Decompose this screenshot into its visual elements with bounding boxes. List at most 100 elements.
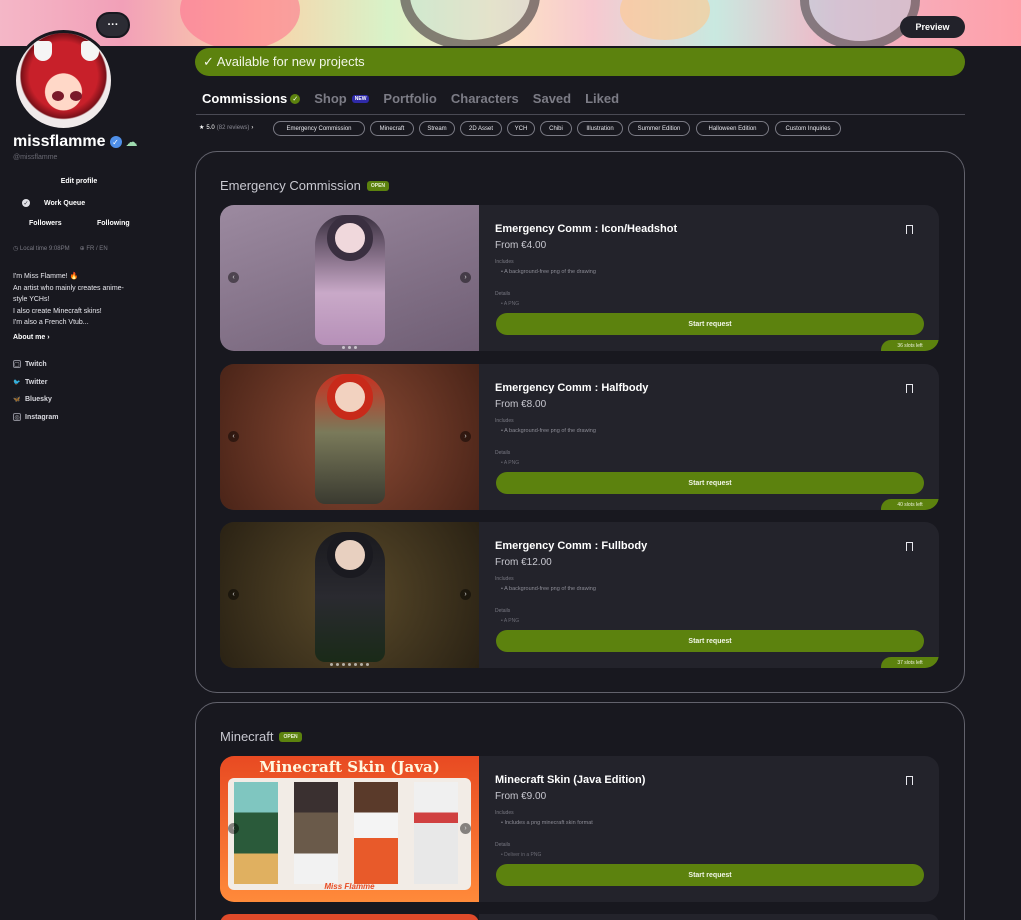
tab-shop[interactable]: Shop NEW — [314, 91, 370, 106]
username: missflamme — [13, 133, 106, 150]
chevron-right-icon[interactable]: › — [460, 823, 471, 834]
filter-chip[interactable]: Illustration — [577, 121, 623, 136]
new-badge: NEW — [351, 94, 370, 103]
card-price: From €8.00 — [495, 399, 547, 410]
preview-button[interactable]: Preview — [900, 16, 965, 38]
card-title[interactable]: Emergency Comm : Icon/Headshot — [495, 223, 677, 235]
start-request-button[interactable]: Start request — [496, 313, 924, 335]
filter-chip[interactable]: Emergency Commission — [273, 121, 365, 136]
work-queue-button[interactable]: ✓ Work Queue — [22, 195, 122, 211]
next-card-image[interactable] — [220, 914, 479, 920]
card-title[interactable]: Emergency Comm : Halfbody — [495, 382, 648, 394]
tab-saved[interactable]: Saved — [533, 91, 571, 106]
chevron-left-icon[interactable]: ‹ — [228, 431, 239, 442]
more-options-button[interactable]: ··· — [96, 12, 130, 38]
social-link-twitch[interactable]: ▢ Twitch — [13, 360, 47, 368]
commission-card[interactable]: Minecraft Skin (Java) Miss Flamme ‹ › Mi… — [220, 756, 939, 902]
card-image[interactable]: Minecraft Skin (Java) Miss Flamme ‹ › — [220, 756, 479, 902]
card-image[interactable]: ‹ › — [220, 205, 479, 351]
section-title: Emergency Commission OPEN — [220, 178, 390, 193]
edit-profile-button[interactable]: Edit profile — [44, 173, 114, 189]
details-item: • A PNG — [501, 460, 520, 464]
bookmark-icon[interactable] — [906, 542, 913, 551]
bio-line: I'm also a French Vtub... — [13, 319, 89, 326]
next-card[interactable] — [479, 914, 939, 920]
shield-check-icon: ✓ — [22, 199, 30, 207]
filter-chip[interactable]: Stream — [419, 121, 455, 136]
card-image[interactable]: ‹ › — [220, 522, 479, 668]
followers-link[interactable]: Followers — [29, 220, 62, 227]
card-title[interactable]: Emergency Comm : Fullbody — [495, 540, 647, 552]
card-price: From €9.00 — [495, 791, 547, 802]
slots-left-badge: 36 slots left — [881, 340, 939, 351]
twitch-icon: ▢ — [13, 360, 21, 368]
instagram-icon: ◎ — [13, 413, 21, 421]
social-link-instagram[interactable]: ◎ Instagram — [13, 413, 58, 421]
filter-chip[interactable]: Minecraft — [370, 121, 414, 136]
carousel-dots — [220, 346, 479, 349]
local-time: ◷ Local time 9:08PM — [13, 246, 70, 252]
filter-chip[interactable]: Chibi — [540, 121, 572, 136]
bookmark-icon[interactable] — [906, 776, 913, 785]
filter-chip[interactable]: 2D Asset — [460, 121, 502, 136]
includes-label: Includes — [495, 259, 514, 265]
bookmark-icon[interactable] — [906, 384, 913, 393]
details-item: • A PNG — [501, 301, 520, 305]
commission-card[interactable]: ‹ › Emergency Comm : Icon/Headshot From … — [220, 205, 939, 351]
card-image[interactable]: ‹ › — [220, 364, 479, 510]
chevron-left-icon[interactable]: ‹ — [228, 272, 239, 283]
tab-commissions[interactable]: Commissions ✓ — [202, 91, 301, 106]
social-link-bluesky[interactable]: 🦋 Bluesky — [13, 395, 52, 403]
includes-item: • A background-free png of the drawing — [501, 428, 596, 434]
star-icon: ★ — [199, 125, 205, 131]
cloud-badge-icon: ☁ — [125, 135, 138, 149]
details-label: Details — [495, 608, 511, 614]
commission-card[interactable]: ‹ › Emergency Comm : Halfbody From €8.00… — [220, 364, 939, 510]
chevron-right-icon[interactable]: › — [460, 431, 471, 442]
profile-tabs: Commissions ✓ Shop NEW Portfolio Character… — [202, 91, 633, 106]
chevron-right-icon[interactable]: › — [460, 272, 471, 283]
commission-card[interactable]: ‹ › Emergency Comm : Fullbody From €12.0… — [220, 522, 939, 668]
includes-label: Includes — [495, 576, 514, 582]
rating-summary[interactable]: ★ 5.0 (82 reviews) › — [199, 124, 253, 132]
open-badge: OPEN — [366, 180, 390, 191]
tab-characters[interactable]: Characters — [451, 91, 519, 106]
availability-banner: ✓ Available for new projects — [195, 48, 965, 76]
bio-line: style YCHs! — [13, 296, 50, 303]
tab-liked[interactable]: Liked — [585, 91, 619, 106]
about-me-link[interactable]: About me › — [13, 334, 50, 341]
following-link[interactable]: Following — [97, 220, 130, 227]
start-request-button[interactable]: Start request — [496, 630, 924, 652]
tab-portfolio[interactable]: Portfolio — [383, 91, 436, 106]
chevron-left-icon[interactable]: ‹ — [228, 823, 239, 834]
filter-chip[interactable]: Custom Inquiries — [775, 121, 841, 136]
card-price: From €12.00 — [495, 557, 552, 568]
carousel-dots — [220, 663, 479, 666]
slots-left-badge: 40 slots left — [881, 499, 939, 510]
chevron-right-icon[interactable]: › — [460, 589, 471, 600]
rating-score: 5.0 — [206, 124, 215, 131]
filter-chip[interactable]: Halloween Edition — [696, 121, 769, 136]
bookmark-icon[interactable] — [906, 225, 913, 234]
social-link-twitter[interactable]: 🐦 Twitter — [13, 378, 47, 386]
open-badge: OPEN — [279, 731, 302, 742]
profile-meta: ◷ Local time 9:08PM ⊕ FR / EN — [13, 245, 108, 252]
card-image-title: Minecraft Skin (Java) — [259, 758, 440, 776]
filter-chip[interactable]: YCH — [507, 121, 535, 136]
start-request-button[interactable]: Start request — [496, 864, 924, 886]
includes-item: • Includes a png minecraft skin format — [501, 820, 593, 826]
filter-chip[interactable]: Summer Edition — [628, 121, 690, 136]
bio-line: I also create Minecraft skins! — [13, 307, 102, 315]
avatar[interactable] — [13, 30, 114, 131]
review-count: (82 reviews) — [216, 124, 250, 131]
bluesky-icon: 🦋 — [13, 396, 21, 403]
card-title[interactable]: Minecraft Skin (Java Edition) — [495, 774, 645, 786]
start-request-button[interactable]: Start request — [496, 472, 924, 494]
details-item: • Deliver in a PNG — [501, 852, 542, 856]
details-item: • A PNG — [501, 618, 520, 622]
details-label: Details — [495, 291, 511, 297]
tabs-divider — [196, 114, 965, 115]
details-label: Details — [495, 450, 511, 456]
includes-label: Includes — [495, 810, 514, 816]
chevron-left-icon[interactable]: ‹ — [228, 589, 239, 600]
